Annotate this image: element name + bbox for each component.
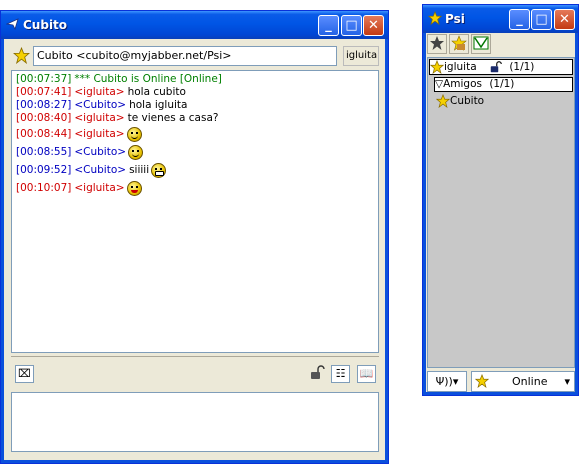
group-count: (1/1) bbox=[489, 78, 515, 90]
history-book-icon[interactable]: 📖 bbox=[357, 365, 376, 383]
star-online-icon bbox=[475, 374, 489, 388]
status-dropdown[interactable]: Online ▾ bbox=[471, 371, 575, 392]
message-nick: <igluita> bbox=[74, 128, 125, 140]
psi-app-icon bbox=[428, 11, 442, 25]
account-row[interactable]: igluita (1/1) bbox=[429, 59, 573, 75]
message-text: te vienes a casa? bbox=[127, 112, 219, 124]
message-text: hola igluita bbox=[129, 99, 188, 111]
maximize-button[interactable]: □ bbox=[341, 15, 362, 36]
message-nick: <igluita> bbox=[74, 86, 125, 98]
clear-chat-icon[interactable]: ⌧ bbox=[15, 365, 34, 383]
psi-app-icon bbox=[6, 18, 19, 31]
own-nick-label: igluita bbox=[343, 46, 379, 66]
chat-message: [00:07:37] *** Cubito is Online [Online] bbox=[16, 73, 374, 86]
message-time: [00:07:41] bbox=[16, 86, 72, 98]
chat-window-title: Cubito bbox=[23, 18, 68, 32]
close-button[interactable]: ✕ bbox=[363, 15, 384, 36]
message-time: [00:07:37] bbox=[16, 73, 72, 85]
message-time: [00:08:27] bbox=[16, 99, 72, 111]
roster-window: Psi _ □ ✕ igluita (1/1) ▽Amigos (1/1) Cu… bbox=[422, 4, 579, 396]
message-text: *** Cubito is Online [Online] bbox=[74, 73, 222, 85]
chat-toolbar: ⌧ ☷ 📖 bbox=[11, 363, 379, 387]
chat-message: [00:08:55] <Cubito> bbox=[16, 143, 374, 161]
message-time: [00:08:55] bbox=[16, 146, 72, 158]
chat-titlebar[interactable]: Cubito _ □ ✕ bbox=[1, 11, 388, 39]
maximize-button[interactable]: □ bbox=[531, 9, 552, 30]
contact-jid-field[interactable]: Cubito <cubito@myjabber.net/Psi> bbox=[33, 46, 337, 66]
star-online-icon bbox=[436, 94, 450, 108]
minimize-button[interactable]: _ bbox=[509, 9, 530, 30]
message-text: hola cubito bbox=[127, 86, 186, 98]
message-time: [00:09:52] bbox=[16, 164, 72, 176]
message-nick: <Cubito> bbox=[74, 99, 127, 111]
star-online-icon bbox=[430, 60, 444, 74]
close-button[interactable]: ✕ bbox=[554, 9, 575, 30]
chat-message: [00:08:40] <igluita> te vienes a casa? bbox=[16, 112, 374, 125]
show-away-icon[interactable] bbox=[449, 34, 469, 54]
tongue-emoticon bbox=[126, 180, 142, 196]
splitter[interactable] bbox=[11, 356, 379, 361]
message-nick: <Cubito> bbox=[74, 164, 127, 176]
message-time: [00:08:40] bbox=[16, 112, 72, 124]
chat-window: Cubito _ □ ✕ Cubito <cubito@myjabber.net… bbox=[0, 10, 389, 464]
roster-window-title: Psi bbox=[445, 12, 465, 26]
lock-icon[interactable] bbox=[307, 365, 326, 383]
minimize-button[interactable]: _ bbox=[318, 15, 339, 36]
vcard-icon[interactable]: ☷ bbox=[331, 365, 350, 383]
chat-header: Cubito <cubito@myjabber.net/Psi> igluita bbox=[11, 46, 379, 68]
contact-list[interactable]: igluita (1/1) ▽Amigos (1/1) Cubito bbox=[427, 57, 575, 368]
chat-message: [00:09:52] <Cubito> siiiii bbox=[16, 161, 374, 179]
psi-menu-button[interactable]: Ψ))▾ bbox=[427, 371, 467, 392]
lock-icon bbox=[490, 61, 502, 73]
event-mail-icon[interactable] bbox=[471, 34, 491, 54]
chat-message: [00:08:44] <igluita> bbox=[16, 125, 374, 143]
account-count: (1/1) bbox=[509, 61, 535, 73]
account-name: igluita bbox=[444, 61, 477, 73]
grin-emoticon bbox=[151, 162, 167, 178]
star-online-icon bbox=[13, 47, 30, 64]
message-text: siiiii bbox=[129, 164, 150, 176]
chat-message: [00:07:41] <igluita> hola cubito bbox=[16, 86, 374, 99]
smile-emoticon bbox=[126, 126, 142, 142]
chat-log[interactable]: [00:07:37] *** Cubito is Online [Online][… bbox=[11, 70, 379, 353]
message-nick: <igluita> bbox=[74, 182, 125, 194]
chat-message: [00:08:27] <Cubito> hola igluita bbox=[16, 99, 374, 112]
group-row[interactable]: ▽Amigos (1/1) bbox=[434, 77, 573, 92]
group-name: Amigos bbox=[443, 78, 482, 90]
contact-row[interactable]: Cubito bbox=[436, 94, 484, 108]
show-offline-icon[interactable] bbox=[427, 34, 447, 54]
message-time: [00:10:07] bbox=[16, 182, 72, 194]
collapse-triangle-icon[interactable]: ▽ bbox=[435, 78, 443, 90]
chevron-down-icon: ▾ bbox=[564, 375, 570, 388]
message-nick: <igluita> bbox=[74, 112, 125, 124]
smile-emoticon bbox=[128, 144, 144, 160]
psi-menu-icon: Ψ)) bbox=[435, 375, 453, 388]
roster-bottom-bar: Ψ))▾ Online ▾ bbox=[427, 371, 575, 393]
message-time: [00:08:44] bbox=[16, 128, 72, 140]
roster-titlebar[interactable]: Psi _ □ ✕ bbox=[423, 5, 578, 33]
message-input[interactable] bbox=[11, 392, 379, 452]
contact-name: Cubito bbox=[450, 95, 485, 107]
status-value: Online bbox=[512, 375, 548, 388]
message-nick: <Cubito> bbox=[74, 146, 127, 158]
chat-message: [00:10:07] <igluita> bbox=[16, 179, 374, 197]
